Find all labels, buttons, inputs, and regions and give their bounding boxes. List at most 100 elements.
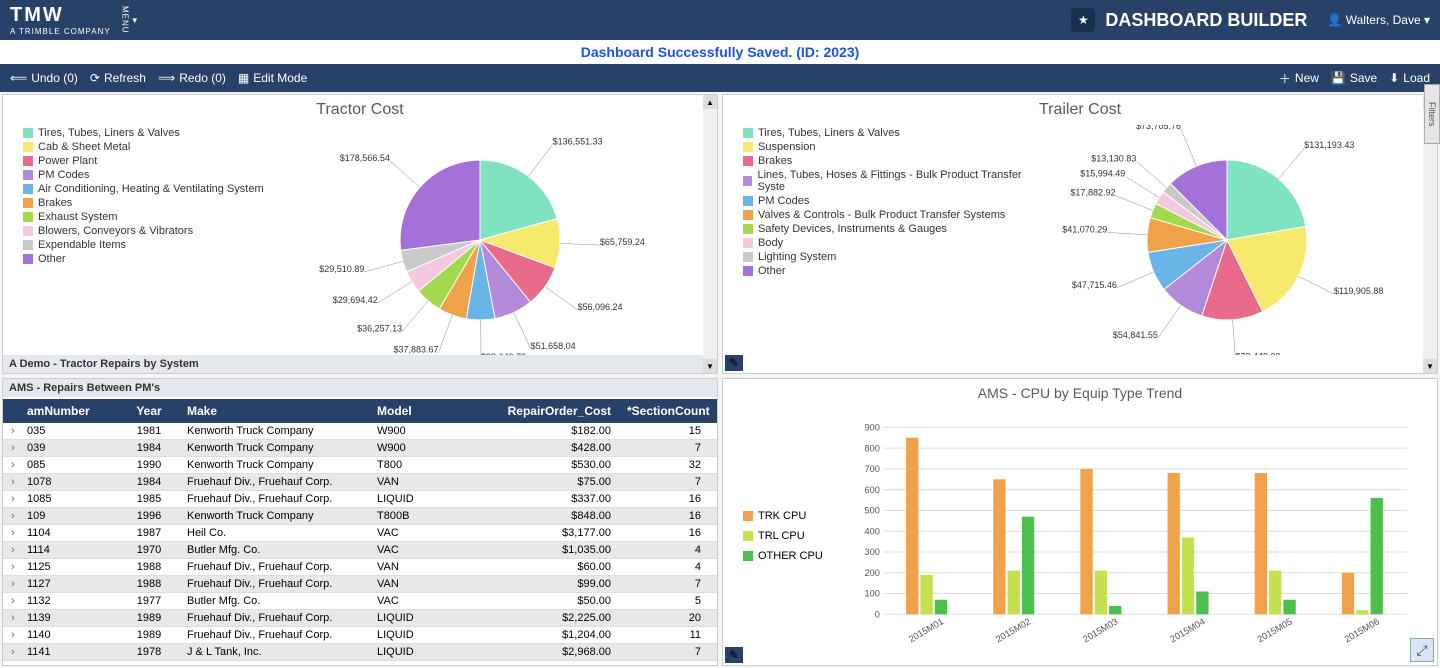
- cell-make: Fruehauf Div., Fruehauf Corp.: [179, 610, 369, 626]
- filters-tab[interactable]: Filters: [1424, 84, 1440, 144]
- legend-swatch: [743, 156, 753, 166]
- svg-text:$131,193.43: $131,193.43: [1304, 140, 1354, 150]
- expand-icon[interactable]: ›: [3, 644, 19, 660]
- table-row[interactable]: ›0391984Kenworth Truck CompanyW900$428.0…: [3, 440, 717, 457]
- cell-cost: $337.00: [489, 491, 619, 507]
- cell-make: Kenworth Truck Company: [179, 440, 369, 456]
- expand-icon[interactable]: ›: [3, 525, 19, 541]
- user-menu[interactable]: 👤 Walters, Dave ▾: [1327, 13, 1430, 27]
- undo-button[interactable]: ⟸Undo (0): [10, 71, 78, 85]
- legend-swatch: [23, 156, 33, 166]
- svg-text:$15,994.49: $15,994.49: [1080, 168, 1125, 178]
- filters-label: Filters: [1427, 102, 1437, 127]
- col-amnumber[interactable]: amNumber: [19, 399, 119, 423]
- dashboard-grid: Tractor Cost Tires, Tubes, Liners & Valv…: [0, 92, 1440, 668]
- cell-model: T800B: [369, 508, 489, 524]
- legend-swatch: [23, 198, 33, 208]
- expand-icon[interactable]: ›: [3, 542, 19, 558]
- table-row[interactable]: ›10781984Fruehauf Div., Fruehauf Corp.VA…: [3, 474, 717, 491]
- helper-icon[interactable]: ⤢: [1410, 638, 1434, 662]
- cell-year: 1984: [119, 474, 179, 490]
- top-bar: TMW A TRIMBLE COMPANY MENU ▼ ★ DASHBOARD…: [0, 0, 1440, 40]
- scroll-down-icon[interactable]: ▼: [1423, 359, 1437, 373]
- cell-model: T800: [369, 457, 489, 473]
- cell-sectioncount: 20: [619, 610, 709, 626]
- expand-icon[interactable]: ›: [3, 610, 19, 626]
- table-row[interactable]: ›1091996Kenworth Truck CompanyT800B$848.…: [3, 508, 717, 525]
- cell-cost: $182.00: [489, 423, 619, 439]
- panel-edit-icon[interactable]: ✎: [725, 647, 743, 663]
- toolbar: ⟸Undo (0) ⟳Refresh ⟹Redo (0) ▦Edit Mode …: [0, 64, 1440, 92]
- svg-text:$29,694.42: $29,694.42: [333, 295, 378, 305]
- expand-icon[interactable]: ›: [3, 576, 19, 592]
- cell-make: Kenworth Truck Company: [179, 508, 369, 524]
- legend-swatch: [743, 551, 753, 561]
- svg-text:300: 300: [864, 547, 879, 557]
- legend-item: TRK CPU: [743, 510, 823, 522]
- logo-text: TMW: [10, 4, 111, 27]
- expand-icon[interactable]: ›: [3, 491, 19, 507]
- expand-icon[interactable]: ›: [3, 508, 19, 524]
- star-icon[interactable]: ★: [1071, 8, 1095, 32]
- cell-sectioncount: 7: [619, 576, 709, 592]
- col-make[interactable]: Make: [179, 399, 369, 423]
- svg-text:$47,715.46: $47,715.46: [1072, 280, 1117, 290]
- expand-icon[interactable]: ›: [3, 627, 19, 643]
- repairs-table-panel: AMS - Repairs Between PM's amNumber Year…: [2, 378, 718, 666]
- cell-sectioncount: 16: [619, 525, 709, 541]
- expand-icon[interactable]: ›: [3, 423, 19, 439]
- col-model[interactable]: Model: [369, 399, 489, 423]
- cpu-bar-chart: 01002003004005006007008009002015M012015M…: [843, 417, 1417, 656]
- new-button[interactable]: ＋New: [1279, 70, 1319, 87]
- edit-mode-button[interactable]: ▦Edit Mode: [238, 71, 307, 85]
- save-button[interactable]: 💾Save: [1331, 71, 1377, 85]
- col-sectioncount[interactable]: *SectionCount: [619, 399, 709, 423]
- scroll-down-icon[interactable]: ▼: [703, 359, 717, 373]
- scroll-up-icon[interactable]: ▲: [703, 95, 717, 109]
- edit-label: Edit Mode: [253, 71, 307, 85]
- table-row[interactable]: ›0851990Kenworth Truck CompanyT800$530.0…: [3, 457, 717, 474]
- cell-amnumber: 109: [19, 508, 119, 524]
- table-row[interactable]: ›11391989Fruehauf Div., Fruehauf Corp.LI…: [3, 610, 717, 627]
- cell-model: VAC: [369, 593, 489, 609]
- save-label: Save: [1350, 71, 1377, 85]
- legend-label: TRL CPU: [758, 530, 805, 542]
- table-row[interactable]: ›10851985Fruehauf Div., Fruehauf Corp.LI…: [3, 491, 717, 508]
- table-row[interactable]: ›11271988Fruehauf Div., Fruehauf Corp.VA…: [3, 576, 717, 593]
- table-row[interactable]: ›11321977Butler Mfg. Co.VAC$50.005: [3, 593, 717, 610]
- table-row[interactable]: ›11141970Butler Mfg. Co.VAC$1,035.004: [3, 542, 717, 559]
- legend-label: Expendable Items: [38, 239, 126, 251]
- cell-cost: $1,204.00: [489, 627, 619, 643]
- refresh-button[interactable]: ⟳Refresh: [90, 71, 146, 85]
- cell-cost: $1,035.00: [489, 542, 619, 558]
- scrollbar[interactable]: ▲ ▼: [703, 95, 717, 373]
- table-row[interactable]: ›0351981Kenworth Truck CompanyW900$182.0…: [3, 423, 717, 440]
- table-row[interactable]: ›11411978J & L Tank, Inc.LIQUID$2,968.00…: [3, 644, 717, 661]
- cell-amnumber: 1140: [19, 627, 119, 643]
- expand-icon[interactable]: ›: [3, 593, 19, 609]
- load-button[interactable]: ⬇Load: [1389, 71, 1430, 85]
- expand-icon[interactable]: ›: [3, 474, 19, 490]
- expand-icon[interactable]: ›: [3, 559, 19, 575]
- legend-label: Brakes: [758, 155, 792, 167]
- table-row[interactable]: ›11041987Heil Co.VAC$3,177.0016: [3, 525, 717, 542]
- svg-text:$119,905.88: $119,905.88: [1334, 286, 1383, 296]
- table-row[interactable]: ›11401989Fruehauf Div., Fruehauf Corp.LI…: [3, 627, 717, 644]
- svg-text:$56,096.24: $56,096.24: [578, 302, 623, 312]
- cell-amnumber: 1114: [19, 542, 119, 558]
- table-row[interactable]: ›11251988Fruehauf Div., Fruehauf Corp.VA…: [3, 559, 717, 576]
- panel-edit-icon[interactable]: ✎: [725, 355, 743, 371]
- expand-icon[interactable]: ›: [3, 440, 19, 456]
- redo-button[interactable]: ⟹Redo (0): [158, 71, 226, 85]
- user-name: Walters, Dave: [1346, 13, 1421, 27]
- col-repairorder-cost[interactable]: RepairOrder_Cost: [489, 399, 619, 423]
- cell-cost: $3,177.00: [489, 525, 619, 541]
- menu-button[interactable]: MENU: [121, 6, 129, 34]
- svg-text:100: 100: [864, 589, 879, 599]
- tractor-footer: A Demo - Tractor Repairs by System: [3, 355, 703, 373]
- cell-amnumber: 1078: [19, 474, 119, 490]
- expand-icon[interactable]: ›: [3, 457, 19, 473]
- svg-text:$37,883.67: $37,883.67: [394, 345, 439, 355]
- col-year[interactable]: Year: [119, 399, 179, 423]
- repairs-table-body[interactable]: ›0351981Kenworth Truck CompanyW900$182.0…: [3, 423, 717, 665]
